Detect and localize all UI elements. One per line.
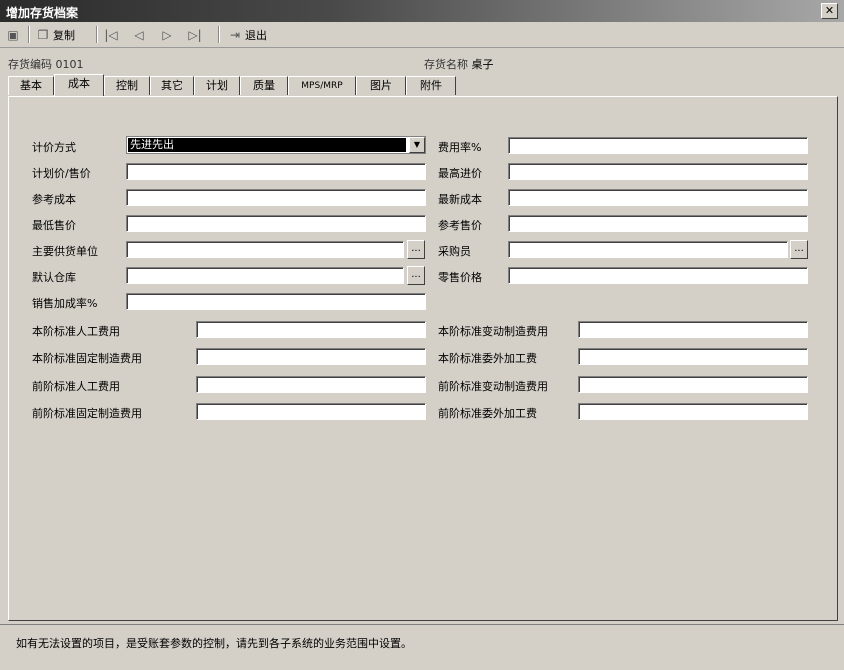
cur-std-var-mfg-label: 本阶标准变动制造费用 — [438, 325, 548, 338]
status-message: 如有无法设置的项目，是受账套参数的控制，请先到各子系统的业务范围中设置。 — [16, 637, 412, 650]
save-icon: ▣ — [7, 27, 19, 42]
copy-label: 复制 — [53, 28, 75, 42]
item-name-value: 桌子 — [471, 58, 494, 71]
next-record-button[interactable]: ▷ — [160, 26, 174, 43]
reference-sale-price-label: 参考售价 — [438, 219, 482, 232]
planned-price-label: 计划价/售价 — [32, 167, 91, 180]
buyer-label: 采购员 — [438, 245, 471, 258]
prev-std-var-mfg-input[interactable] — [578, 376, 808, 393]
sales-markup-label: 销售加成率% — [32, 297, 98, 310]
planned-price-input[interactable] — [126, 163, 426, 180]
tab-plan[interactable]: 计划 — [194, 76, 240, 95]
prev-std-outsource-input[interactable] — [578, 403, 808, 420]
main-supplier-lookup-button[interactable]: ... — [407, 240, 425, 259]
default-warehouse-input[interactable] — [126, 267, 404, 284]
chevron-down-icon[interactable]: ▼ — [409, 137, 425, 153]
next-icon: ▷ — [162, 27, 172, 42]
item-code-row: 存货编码 0101 — [8, 56, 84, 72]
prev-std-fixed-mfg-label: 前阶标准固定制造费用 — [32, 407, 142, 420]
close-button[interactable]: ✕ — [821, 3, 838, 19]
reference-cost-label: 参考成本 — [32, 193, 76, 206]
sales-markup-input[interactable] — [126, 293, 426, 310]
toolbar: ▣ ❐ 复制 |◁ ◁ ▷ ▷| ⇥ 退出 — [0, 22, 844, 48]
close-icon: ✕ — [824, 4, 835, 17]
prev-std-var-mfg-label: 前阶标准变动制造费用 — [438, 380, 548, 393]
latest-cost-input[interactable] — [508, 189, 808, 206]
tab-cost[interactable]: 成本 — [54, 74, 104, 96]
item-name-row: 存货名称 桌子 — [424, 56, 494, 72]
exit-icon: ⇥ — [229, 27, 241, 42]
pricing-method-select[interactable]: 先进先出 ▼ — [126, 136, 426, 154]
item-code-label: 存货编码 — [8, 58, 52, 71]
prev-record-button[interactable]: ◁ — [132, 26, 146, 43]
tab-quality[interactable]: 质量 — [240, 76, 288, 95]
tab-basic[interactable]: 基本 — [8, 76, 54, 95]
first-record-button[interactable]: |◁ — [104, 26, 118, 43]
expense-rate-label: 费用率% — [438, 141, 482, 154]
pricing-method-value: 先进先出 — [128, 138, 406, 152]
cur-std-labor-label: 本阶标准人工费用 — [32, 325, 120, 338]
tab-control[interactable]: 控制 — [104, 76, 150, 95]
buyer-input[interactable] — [508, 241, 788, 258]
prev-std-outsource-label: 前阶标准委外加工费 — [438, 407, 537, 420]
status-bar: 如有无法设置的项目，是受账套参数的控制，请先到各子系统的业务范围中设置。 — [0, 624, 844, 670]
cur-std-outsource-label: 本阶标准委外加工费 — [438, 352, 537, 365]
cur-std-var-mfg-input[interactable] — [578, 321, 808, 338]
latest-cost-label: 最新成本 — [438, 193, 482, 206]
cur-std-fixed-mfg-input[interactable] — [196, 348, 426, 365]
last-icon: ▷| — [188, 27, 202, 42]
min-sale-price-label: 最低售价 — [32, 219, 76, 232]
cur-std-outsource-input[interactable] — [578, 348, 808, 365]
first-icon: |◁ — [104, 27, 118, 42]
default-warehouse-lookup-button[interactable]: ... — [407, 266, 425, 285]
cur-std-labor-input[interactable] — [196, 321, 426, 338]
last-record-button[interactable]: ▷| — [188, 26, 202, 43]
save-button[interactable]: ▣ — [6, 26, 20, 43]
tab-other[interactable]: 其它 — [150, 76, 194, 95]
tab-attachment[interactable]: 附件 — [406, 76, 456, 95]
retail-price-label: 零售价格 — [438, 271, 482, 284]
main-supplier-label: 主要供货单位 — [32, 245, 98, 258]
item-code-value: 0101 — [55, 58, 84, 71]
main-supplier-input[interactable] — [126, 241, 404, 258]
copy-icon: ❐ — [37, 27, 49, 42]
toolbar-separator — [96, 26, 98, 43]
retail-price-input[interactable] — [508, 267, 808, 284]
prev-std-labor-input[interactable] — [196, 376, 426, 393]
tab-image[interactable]: 图片 — [356, 76, 406, 95]
tab-mps-mrp[interactable]: MPS/MRP — [288, 76, 356, 95]
toolbar-separator — [218, 26, 220, 43]
prev-std-fixed-mfg-input[interactable] — [196, 403, 426, 420]
default-warehouse-label: 默认仓库 — [32, 271, 76, 284]
prev-std-labor-label: 前阶标准人工费用 — [32, 380, 120, 393]
min-sale-price-input[interactable] — [126, 215, 426, 232]
exit-button[interactable]: ⇥ 退出 — [228, 26, 267, 43]
prev-icon: ◁ — [134, 27, 144, 42]
expense-rate-input[interactable] — [508, 137, 808, 154]
title-bar: 增加存货档案 ✕ — [0, 0, 844, 22]
max-purchase-price-label: 最高进价 — [438, 167, 482, 180]
max-purchase-price-input[interactable] — [508, 163, 808, 180]
window-title: 增加存货档案 — [6, 6, 79, 20]
reference-cost-input[interactable] — [126, 189, 426, 206]
pricing-method-label: 计价方式 — [32, 141, 76, 154]
item-name-label: 存货名称 — [424, 58, 468, 71]
copy-button[interactable]: ❐ 复制 — [36, 26, 75, 43]
toolbar-separator — [28, 26, 30, 43]
cur-std-fixed-mfg-label: 本阶标准固定制造费用 — [32, 352, 142, 365]
buyer-lookup-button[interactable]: ... — [790, 240, 808, 259]
exit-label: 退出 — [245, 28, 267, 42]
reference-sale-price-input[interactable] — [508, 215, 808, 232]
